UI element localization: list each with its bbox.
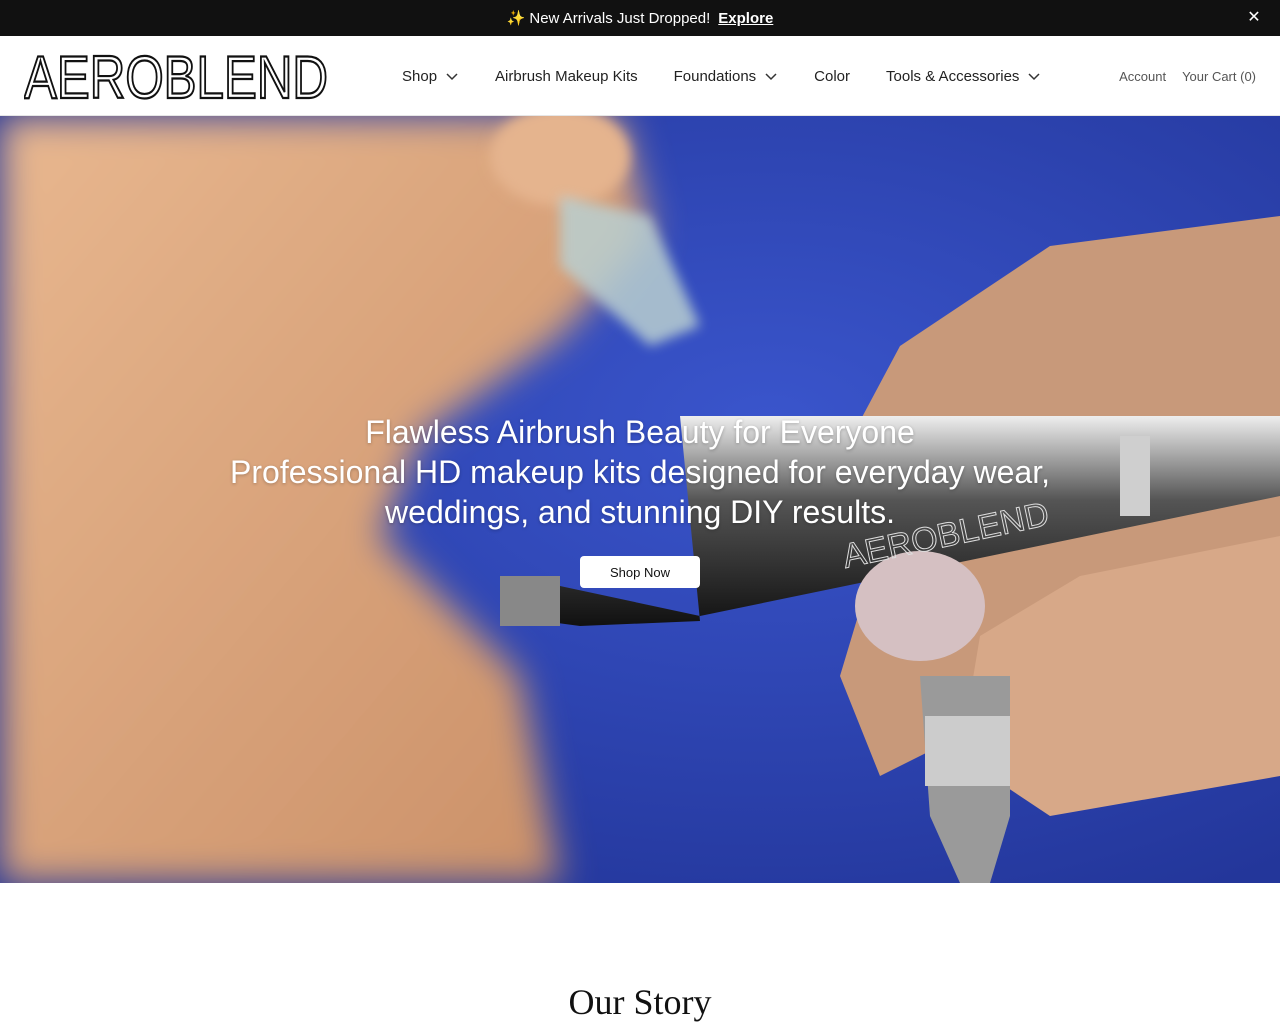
svg-text:AEROBLEND: AEROBLEND <box>24 50 328 102</box>
nav-item-label: Color <box>814 67 851 85</box>
nav-item-label: Tools & Accessories <box>886 67 1020 85</box>
nav-item-label: Airbrush Makeup Kits <box>495 67 638 85</box>
cart-link[interactable]: Your Cart (0) <box>1182 69 1256 84</box>
nav-item-label: Shop <box>402 67 438 85</box>
close-icon[interactable]: ✕ <box>1244 8 1264 28</box>
announcement-bar: ✨ New Arrivals Just Dropped! Explore ✕ <box>0 0 1280 36</box>
nav-item-label: Foundations <box>673 67 757 85</box>
our-story-section: Our Story <box>0 883 1280 1024</box>
main-nav: Shop Airbrush Makeup Kits Foundations Co… <box>402 36 1077 116</box>
nav-item-shop[interactable]: Shop <box>402 68 459 85</box>
chevron-down-icon <box>446 73 458 81</box>
nav-item-airbrush-makeup-kits[interactable]: Airbrush Makeup Kits <box>495 68 638 85</box>
hero-title: Flawless Airbrush Beauty for Everyone <box>365 414 915 450</box>
nav-item-foundations[interactable]: Foundations <box>674 68 779 85</box>
header-utilities: Account Your Cart (0) <box>1119 36 1256 116</box>
explore-link[interactable]: Explore <box>718 10 773 27</box>
account-link[interactable]: Account <box>1119 69 1166 84</box>
nav-item-color[interactable]: Color <box>814 68 850 85</box>
sparkles-icon: ✨ <box>506 10 526 27</box>
chevron-down-icon <box>765 73 777 81</box>
site-header: AEROBLEND Shop Airbrush Makeup Kits Foun… <box>0 36 1280 116</box>
hero-subtitle: Professional HD makeup kits designed for… <box>230 454 1050 530</box>
hero-copy: Flawless Airbrush Beauty for Everyone Pr… <box>0 412 1280 532</box>
logo[interactable]: AEROBLEND <box>24 50 328 102</box>
section-heading: Our Story <box>568 982 712 1022</box>
announcement-text: New Arrivals Just Dropped! <box>529 9 711 27</box>
hero-banner: AEROBLEND Flawless Airbrush Beauty for E… <box>0 116 1280 883</box>
shop-now-button[interactable]: Shop Now <box>580 556 700 588</box>
nav-item-tools-accessories[interactable]: Tools & Accessories <box>886 68 1041 85</box>
chevron-down-icon <box>1028 73 1040 81</box>
